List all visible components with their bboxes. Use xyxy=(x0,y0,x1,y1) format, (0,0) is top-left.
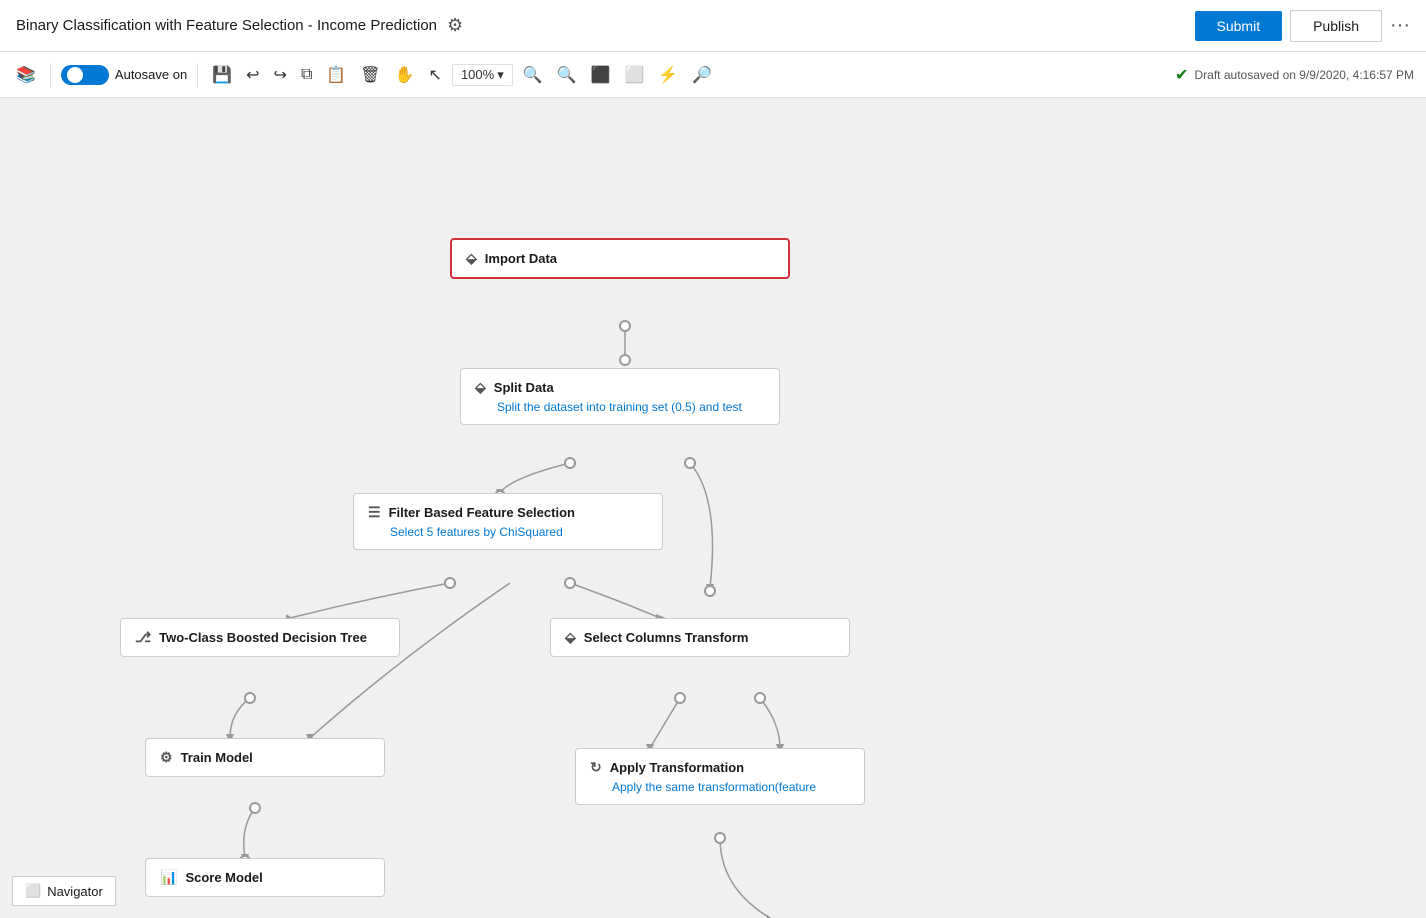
zoom-in-icon[interactable]: 🔍 xyxy=(519,61,547,89)
filter-icon: ☰ xyxy=(368,504,381,521)
node-select-columns-transform[interactable]: ⬙ Select Columns Transform xyxy=(550,618,850,657)
fit-view-icon[interactable]: ⬛ xyxy=(587,61,615,89)
split-data-icon: ⬙ xyxy=(475,379,486,396)
select-col-transform-title: Select Columns Transform xyxy=(584,630,749,645)
filter-title: Filter Based Feature Selection xyxy=(389,505,575,520)
tree-icon: ⎇ xyxy=(135,629,151,646)
import-data-icon: ⬙ xyxy=(466,250,477,267)
navigator-icon: ⬜ xyxy=(25,883,41,899)
status-icon: ✔ xyxy=(1175,65,1188,85)
hand-icon[interactable]: ✋ xyxy=(391,61,419,89)
divider2 xyxy=(197,63,198,87)
header-left: Binary Classification with Feature Selec… xyxy=(16,15,463,36)
cursor-icon[interactable]: ↖ xyxy=(425,61,446,89)
train-title: Train Model xyxy=(181,750,253,765)
autosave-toggle[interactable] xyxy=(61,65,109,85)
apply-transform-title: Apply Transformation xyxy=(610,760,744,775)
apply-transform-subtitle: Apply the same transformation(feature xyxy=(590,780,850,794)
undo-icon[interactable]: ↩ xyxy=(242,61,263,89)
node-filter-feature-selection[interactable]: ☰ Filter Based Feature Selection Select … xyxy=(353,493,663,550)
header-right: Submit Publish ··· xyxy=(1195,10,1410,42)
search-icon[interactable]: 🔎 xyxy=(688,61,716,89)
score-icon: 📊 xyxy=(160,869,177,886)
more-options-button[interactable]: ··· xyxy=(1390,14,1410,37)
toolbar: 📚 Autosave on 💾 ↩ ↪ ⧉ 📋 🗑 ✋ ↖ 100% ▾ 🔍 🔍… xyxy=(0,52,1426,98)
divider xyxy=(50,63,51,87)
node-score-model[interactable]: 📊 Score Model xyxy=(145,858,385,897)
apply-transform-icon: ↻ xyxy=(590,759,602,776)
train-icon: ⚙ xyxy=(160,749,173,766)
filter-subtitle: Select 5 features by ChiSquared xyxy=(368,525,648,539)
status-bar: ✔ Draft autosaved on 9/9/2020, 4:16:57 P… xyxy=(1175,65,1414,85)
navigator-button[interactable]: ⬜ Navigator xyxy=(12,876,116,906)
save-icon[interactable]: 💾 xyxy=(208,61,236,89)
score-title: Score Model xyxy=(185,870,262,885)
zoom-level: 100% xyxy=(461,67,494,82)
status-text: Draft autosaved on 9/9/2020, 4:16:57 PM xyxy=(1195,68,1414,82)
submit-button[interactable]: Submit xyxy=(1195,11,1283,41)
header: Binary Classification with Feature Selec… xyxy=(0,0,1426,52)
copy-icon[interactable]: ⧉ xyxy=(297,62,316,88)
navigator-label: Navigator xyxy=(47,884,103,899)
toggle-circle xyxy=(67,67,83,83)
node-split-data[interactable]: ⬙ Split Data Split the dataset into trai… xyxy=(460,368,780,425)
lightning-icon[interactable]: ⚡ xyxy=(654,61,682,89)
settings-icon[interactable]: ⚙ xyxy=(447,15,463,36)
node-train-model[interactable]: ⚙ Train Model xyxy=(145,738,385,777)
two-class-title: Two-Class Boosted Decision Tree xyxy=(159,630,367,645)
node-two-class-boosted-decision-tree[interactable]: ⎇ Two-Class Boosted Decision Tree xyxy=(120,618,400,657)
node-apply-transformation[interactable]: ↻ Apply Transformation Apply the same tr… xyxy=(575,748,865,805)
page-title: Binary Classification with Feature Selec… xyxy=(16,17,437,34)
zoom-out-icon[interactable]: 🔍 xyxy=(553,61,581,89)
crop-icon[interactable]: ⬜ xyxy=(620,61,648,89)
split-data-title: Split Data xyxy=(494,380,554,395)
node-import-data[interactable]: ⬙ Import Data xyxy=(450,238,790,279)
split-data-subtitle: Split the dataset into training set (0.5… xyxy=(475,400,765,414)
import-data-title: Import Data xyxy=(485,251,557,266)
chevron-down-icon: ▾ xyxy=(497,67,504,83)
autosave-label: Autosave on xyxy=(115,67,187,82)
select-col-icon: ⬙ xyxy=(565,629,576,646)
library-icon[interactable]: 📚 xyxy=(12,61,40,89)
zoom-control[interactable]: 100% ▾ xyxy=(452,64,513,86)
paste-icon[interactable]: 📋 xyxy=(322,61,350,89)
pipeline-canvas[interactable]: ⬙ Import Data ⬙ Split Data Split the dat… xyxy=(0,98,1426,918)
redo-icon[interactable]: ↪ xyxy=(270,61,291,89)
delete-icon[interactable]: 🗑 xyxy=(356,61,384,89)
publish-button[interactable]: Publish xyxy=(1290,10,1382,42)
